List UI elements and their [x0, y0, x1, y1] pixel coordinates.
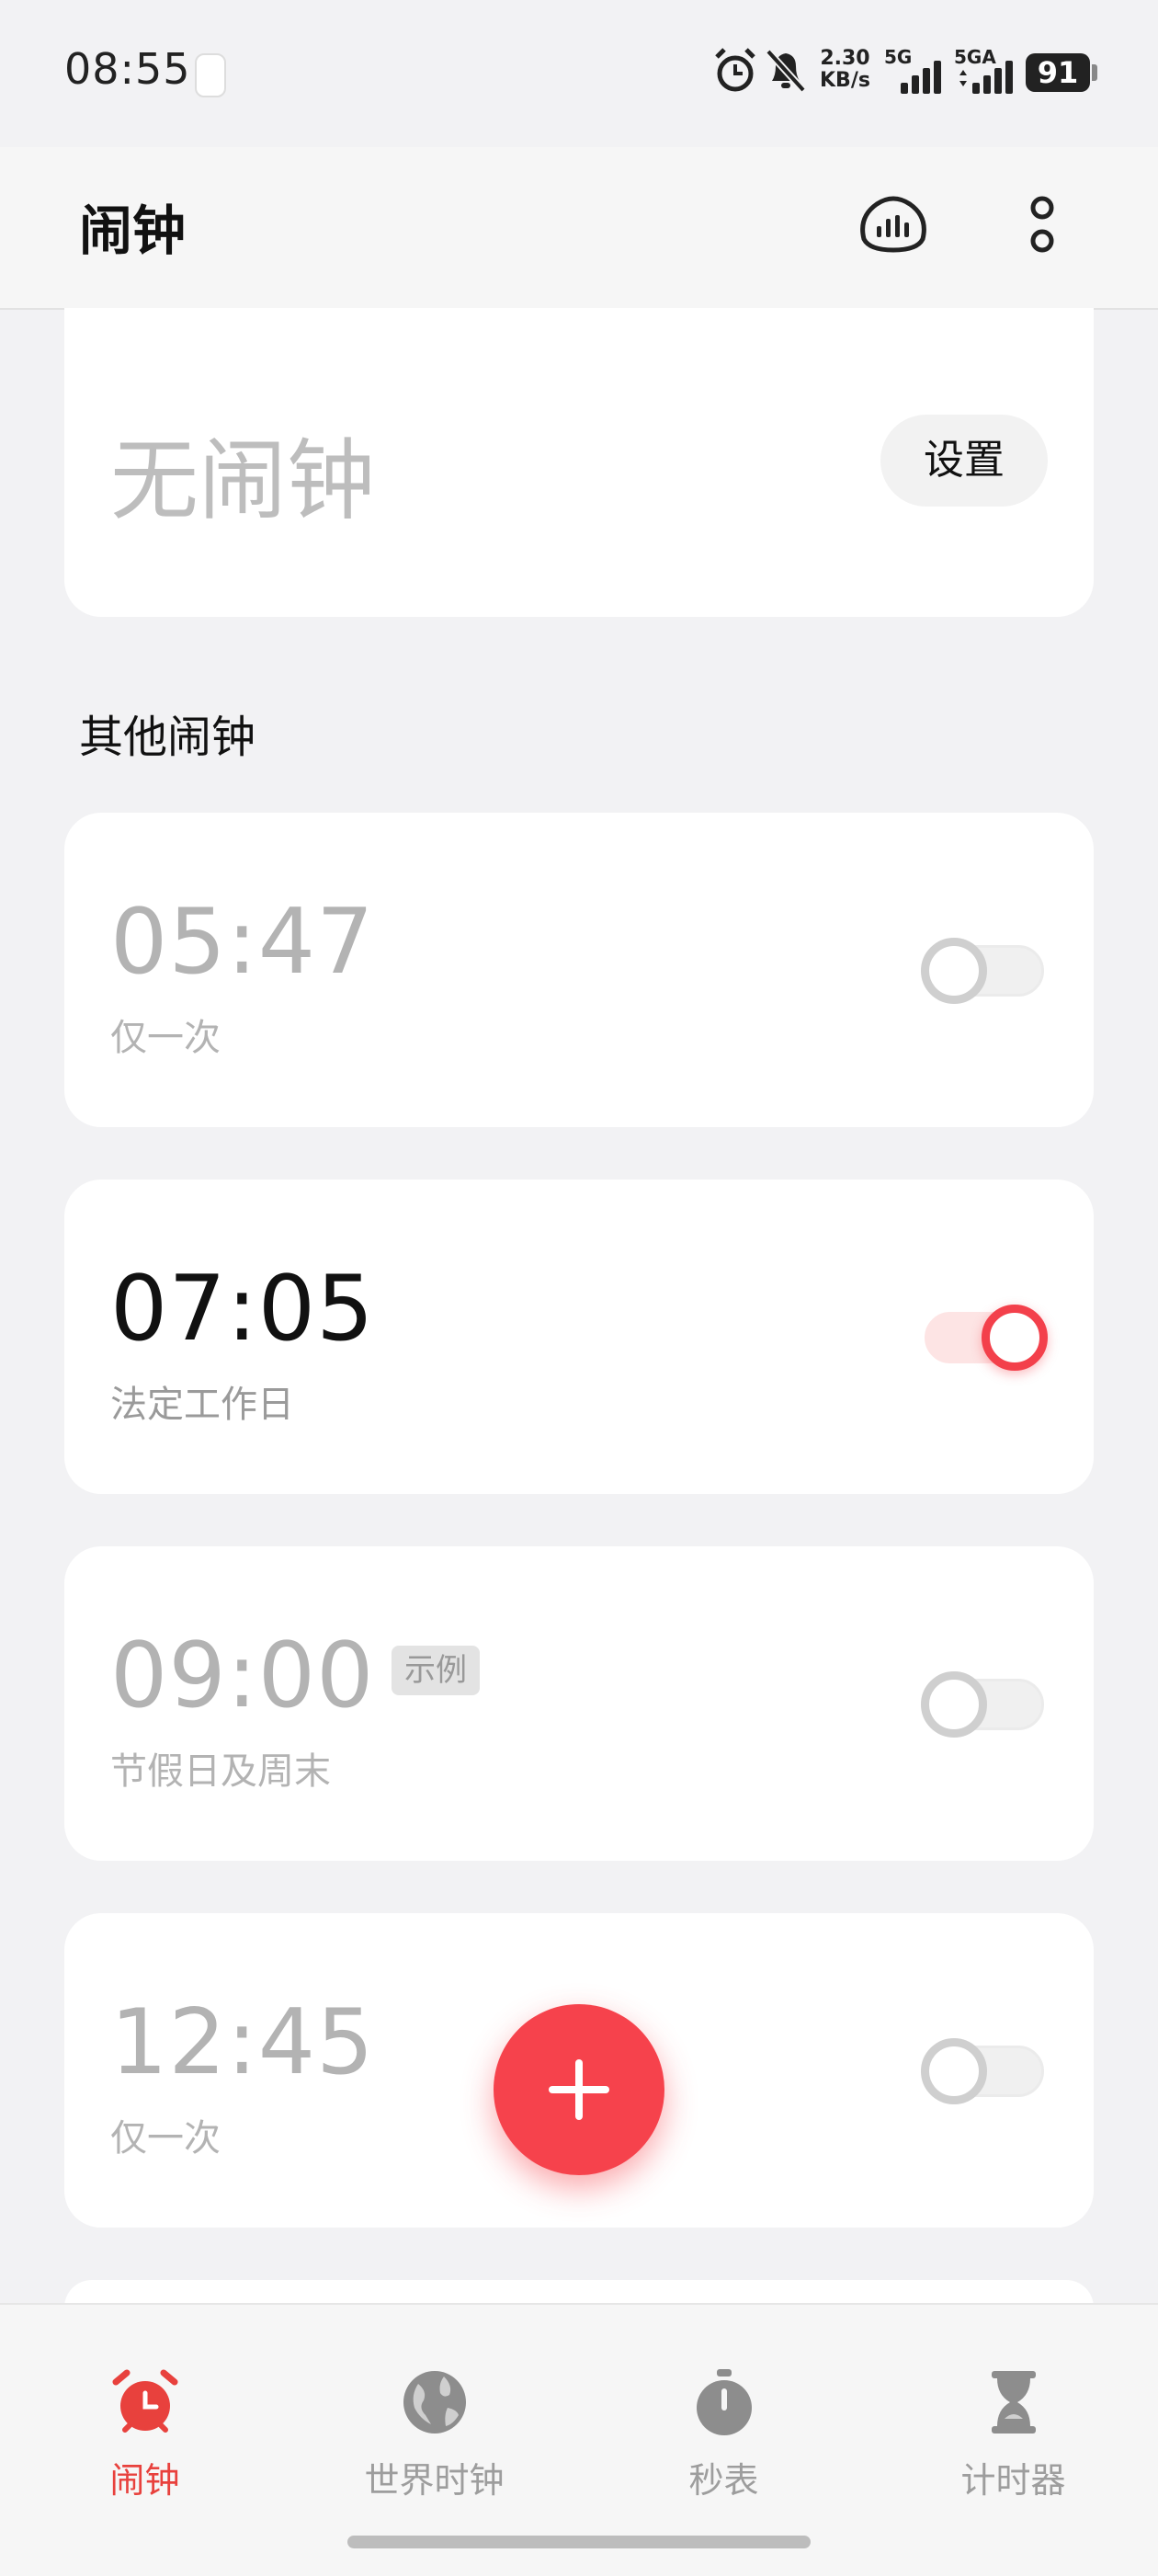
page-title: 闹钟 — [79, 199, 187, 262]
alarm-time: 09:00 — [110, 1624, 375, 1728]
mute-bell-icon — [766, 49, 806, 93]
next-alarm-card: 无闹钟 设置 — [64, 308, 1094, 617]
alarm-clock-icon — [112, 2369, 178, 2433]
status-time: 08:55 — [64, 44, 191, 94]
nav-stopwatch[interactable]: 秒表 — [579, 2305, 868, 2507]
home-indicator[interactable] — [347, 2536, 811, 2548]
alarm-card[interactable]: 07:05 法定工作日 — [64, 1180, 1094, 1494]
status-bar: 08:55 2.30 KB/s 5G 5GA 91 — [0, 0, 1158, 147]
alarm-card[interactable]: 09:00 示例 节假日及周末 — [64, 1546, 1094, 1861]
network-speed-value: 2.30 — [820, 47, 870, 70]
alarm-repeat: 仅一次 — [110, 2117, 221, 2160]
battery-indicator: 91 — [1026, 53, 1097, 92]
alarm-time: 05:47 — [110, 890, 375, 995]
alarm-toggle[interactable] — [921, 1671, 1051, 1738]
set-button[interactable]: 设置 — [880, 415, 1048, 507]
network-speed-unit: KB/s — [820, 69, 870, 92]
nav-alarm[interactable]: 闹钟 — [0, 2305, 290, 2507]
alarm-status-icon — [715, 48, 755, 92]
nav-label: 秒表 — [688, 2460, 759, 2501]
section-title: 其他闹钟 — [79, 712, 256, 763]
network-speed: 2.30 KB/s — [820, 48, 870, 92]
nav-label: 闹钟 — [109, 2460, 180, 2501]
stopwatch-icon — [697, 2369, 752, 2435]
alarm-toggle[interactable] — [921, 938, 1051, 1004]
nav-label: 世界时钟 — [364, 2460, 505, 2501]
globe-icon — [403, 2371, 466, 2434]
signal-1-icon — [901, 61, 941, 94]
no-alarm-text: 无闹钟 — [110, 429, 375, 532]
notification-indicator-icon — [195, 53, 226, 97]
alarm-time: 12:45 — [110, 1990, 375, 2095]
signal-2-icon — [959, 61, 1013, 94]
alarm-repeat: 仅一次 — [110, 1017, 221, 1059]
alarm-toggle[interactable] — [921, 2038, 1051, 2104]
alarm-repeat: 节假日及周末 — [110, 1750, 331, 1793]
add-alarm-button[interactable] — [494, 2004, 664, 2175]
sleep-insights-icon[interactable] — [849, 182, 937, 270]
more-options-icon[interactable] — [998, 182, 1086, 270]
nav-timer[interactable]: 计时器 — [868, 2305, 1158, 2507]
alarm-repeat: 法定工作日 — [110, 1384, 294, 1426]
hourglass-icon — [992, 2371, 1036, 2434]
app-header: 闹钟 — [0, 147, 1158, 310]
alarm-time: 07:05 — [110, 1257, 375, 1362]
alarm-toggle[interactable] — [921, 1305, 1051, 1371]
example-tag: 示例 — [392, 1646, 480, 1695]
nav-world-clock[interactable]: 世界时钟 — [290, 2305, 579, 2507]
nav-label: 计时器 — [960, 2460, 1066, 2501]
alarm-card[interactable]: 05:47 仅一次 — [64, 813, 1094, 1127]
